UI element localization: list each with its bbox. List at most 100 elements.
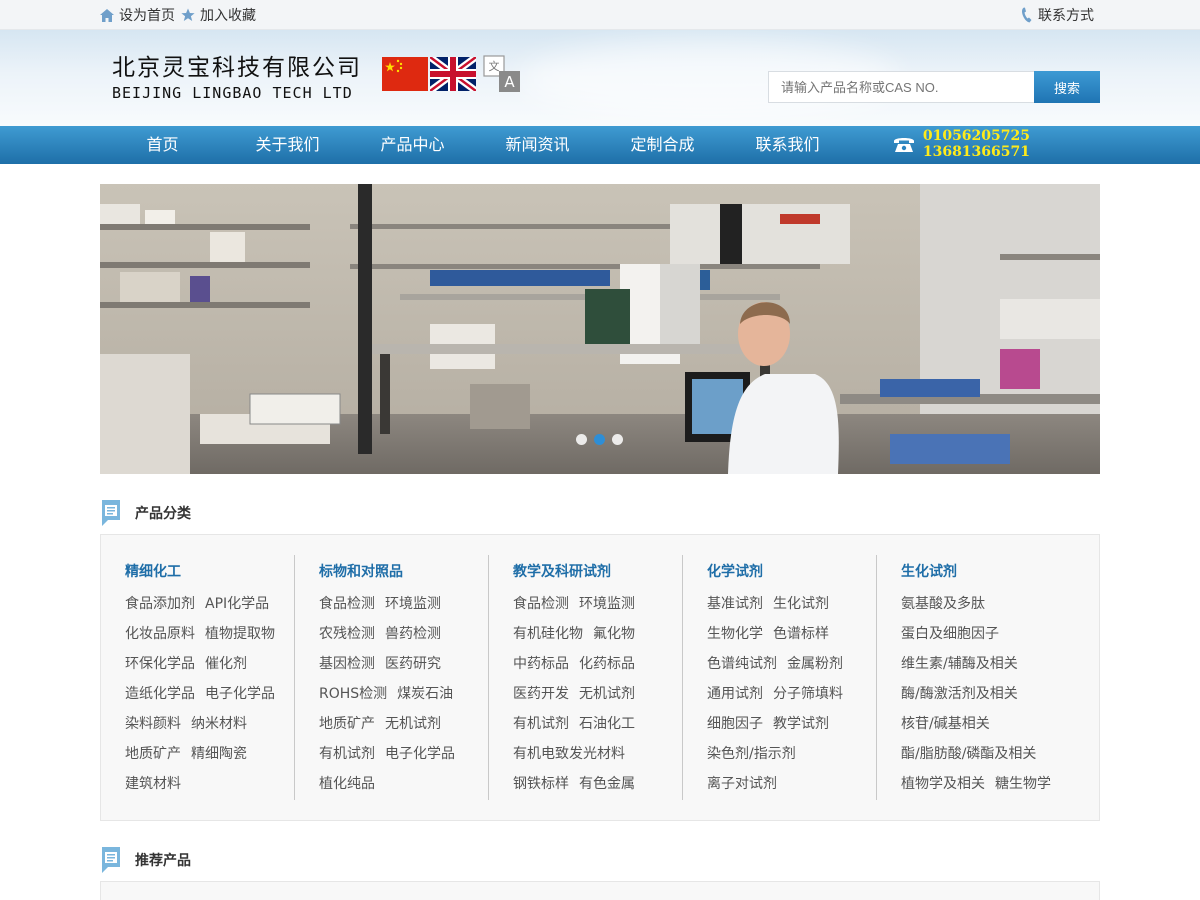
- search-box: 搜索: [768, 71, 1100, 103]
- category-link[interactable]: 植化纯品: [319, 776, 375, 792]
- category-link[interactable]: 有机硅化物: [513, 626, 583, 642]
- phone-icon: [1022, 7, 1032, 23]
- category-link[interactable]: 化妆品原料: [125, 626, 195, 642]
- slide-dot-3[interactable]: [612, 434, 623, 445]
- category-link[interactable]: 环境监测: [385, 596, 441, 612]
- category-link[interactable]: 核苷/碱基相关: [901, 716, 990, 732]
- category-link[interactable]: 钢铁标样: [513, 776, 569, 792]
- category-link[interactable]: API化学品: [205, 596, 269, 612]
- nav-item-home[interactable]: 首页: [100, 126, 225, 164]
- category-link[interactable]: 造纸化学品: [125, 686, 195, 702]
- category-link[interactable]: 纳米材料: [191, 716, 247, 732]
- nav-item-news[interactable]: 新闻资讯: [475, 126, 600, 164]
- company-name-cn: 北京灵宝科技有限公司: [112, 55, 362, 81]
- category-link[interactable]: 医药研究: [385, 656, 441, 672]
- phone-number-2: 13681366571: [922, 144, 1030, 160]
- category-link[interactable]: 有机试剂: [513, 716, 569, 732]
- category-link[interactable]: 通用试剂: [707, 686, 763, 702]
- category-link[interactable]: 食品添加剂: [125, 596, 195, 612]
- uk-flag-icon[interactable]: [430, 57, 476, 91]
- category-link[interactable]: 煤炭石油: [397, 686, 453, 702]
- category-link[interactable]: 电子化学品: [205, 686, 275, 702]
- category-link[interactable]: 地质矿产: [319, 716, 375, 732]
- site-header: 北京灵宝科技有限公司 BEIJING LINGBAO TECH LTD 文 A …: [0, 30, 1200, 126]
- nav-item-about[interactable]: 关于我们: [225, 126, 350, 164]
- recommended-title: 推荐产品: [135, 853, 191, 869]
- category-heading[interactable]: 化学试剂: [707, 555, 876, 589]
- category-link[interactable]: 金属粉剂: [787, 656, 843, 672]
- category-link[interactable]: 建筑材料: [125, 776, 181, 792]
- category-link[interactable]: 环保化学品: [125, 656, 195, 672]
- slide-dot-2[interactable]: [594, 434, 605, 445]
- svg-text:文: 文: [489, 59, 500, 73]
- category-link[interactable]: 氨基酸及多肽: [901, 596, 985, 612]
- category-link[interactable]: 色谱纯试剂: [707, 656, 777, 672]
- category-link[interactable]: 有机试剂: [319, 746, 375, 762]
- category-link[interactable]: 有色金属: [579, 776, 635, 792]
- category-link[interactable]: 植物提取物: [205, 626, 275, 642]
- china-flag-icon[interactable]: [382, 57, 428, 91]
- set-home-link[interactable]: 设为首页: [100, 5, 175, 25]
- category-link[interactable]: 石油化工: [579, 716, 635, 732]
- nav-item-custom-synthesis[interactable]: 定制合成: [600, 126, 725, 164]
- category-link[interactable]: 教学试剂: [773, 716, 829, 732]
- nav-item-contact[interactable]: 联系我们: [725, 126, 850, 164]
- company-logo[interactable]: 北京灵宝科技有限公司 BEIJING LINGBAO TECH LTD: [112, 54, 372, 102]
- category-link[interactable]: 基因检测: [319, 656, 375, 672]
- category-link[interactable]: 化药标品: [579, 656, 635, 672]
- category-heading[interactable]: 教学及科研试剂: [513, 555, 682, 589]
- category-heading[interactable]: 生化试剂: [901, 555, 1071, 589]
- category-link[interactable]: 色谱标样: [773, 626, 829, 642]
- category-link[interactable]: 维生素/辅酶及相关: [901, 656, 1018, 672]
- category-link[interactable]: 基准试剂: [707, 596, 763, 612]
- category-link[interactable]: 氟化物: [593, 626, 635, 642]
- hero-banner[interactable]: [100, 184, 1100, 474]
- category-link[interactable]: 农残检测: [319, 626, 375, 642]
- translate-icon[interactable]: 文 A: [482, 54, 522, 94]
- star-icon: [181, 8, 195, 21]
- category-link[interactable]: 糖生物学: [995, 776, 1051, 792]
- category-link[interactable]: 植物学及相关: [901, 776, 985, 792]
- category-link[interactable]: 食品检测: [513, 596, 569, 612]
- category-link[interactable]: 兽药检测: [385, 626, 441, 642]
- category-link[interactable]: 中药标品: [513, 656, 569, 672]
- hotline: 01056205725 13681366571: [893, 128, 1030, 160]
- document-icon: [102, 500, 120, 526]
- category-link[interactable]: 离子对试剂: [707, 776, 777, 792]
- category-link[interactable]: 酯/脂肪酸/磷酯及相关: [901, 746, 1036, 762]
- category-link[interactable]: 电子化学品: [385, 746, 455, 762]
- slide-dot-1[interactable]: [576, 434, 587, 445]
- category-link[interactable]: 有机电致发光材料: [513, 746, 625, 762]
- category-link[interactable]: 无机试剂: [385, 716, 441, 732]
- search-button[interactable]: 搜索: [1034, 71, 1100, 103]
- category-link[interactable]: ROHS检测: [319, 686, 387, 702]
- category-column-chemical-reagents: 化学试剂 基准试剂 生化试剂 生物化学 色谱标样 色谱纯试剂 金属粉剂 通用试剂 分子筛…: [683, 555, 877, 800]
- search-input[interactable]: [768, 71, 1034, 103]
- category-link[interactable]: 医药开发: [513, 686, 569, 702]
- category-link[interactable]: 地质矿产: [125, 746, 181, 762]
- category-link[interactable]: 分子筛填料: [773, 686, 843, 702]
- category-link[interactable]: 染料颜料: [125, 716, 181, 732]
- category-link[interactable]: 生化试剂: [773, 596, 829, 612]
- document-icon: [102, 847, 120, 873]
- category-link[interactable]: 染色剂/指示剂: [707, 746, 796, 762]
- contact-link[interactable]: 联系方式: [1021, 5, 1094, 25]
- category-link[interactable]: 精细陶瓷: [191, 746, 247, 762]
- category-link[interactable]: 催化剂: [205, 656, 247, 672]
- category-link[interactable]: 细胞因子: [707, 716, 763, 732]
- add-favorite-link[interactable]: 加入收藏: [181, 5, 256, 25]
- category-heading[interactable]: 标物和对照品: [319, 555, 488, 589]
- category-link[interactable]: 无机试剂: [579, 686, 635, 702]
- category-link[interactable]: 蛋白及细胞因子: [901, 626, 999, 642]
- category-link[interactable]: 食品检测: [319, 596, 375, 612]
- category-column-teaching-research-reagents: 教学及科研试剂 食品检测 环境监测 有机硅化物 氟化物 中药标品 化药标品 医药开发无…: [489, 555, 683, 800]
- nav-item-products[interactable]: 产品中心: [350, 126, 475, 164]
- category-link[interactable]: 生物化学: [707, 626, 763, 642]
- category-link[interactable]: 酶/酶激活剂及相关: [901, 686, 1018, 702]
- category-link[interactable]: 环境监测: [579, 596, 635, 612]
- lab-photo: [100, 184, 1100, 474]
- slider-dots: [576, 434, 630, 445]
- categories-title: 产品分类: [135, 506, 191, 522]
- home-icon: [100, 8, 114, 22]
- category-heading[interactable]: 精细化工: [125, 555, 294, 589]
